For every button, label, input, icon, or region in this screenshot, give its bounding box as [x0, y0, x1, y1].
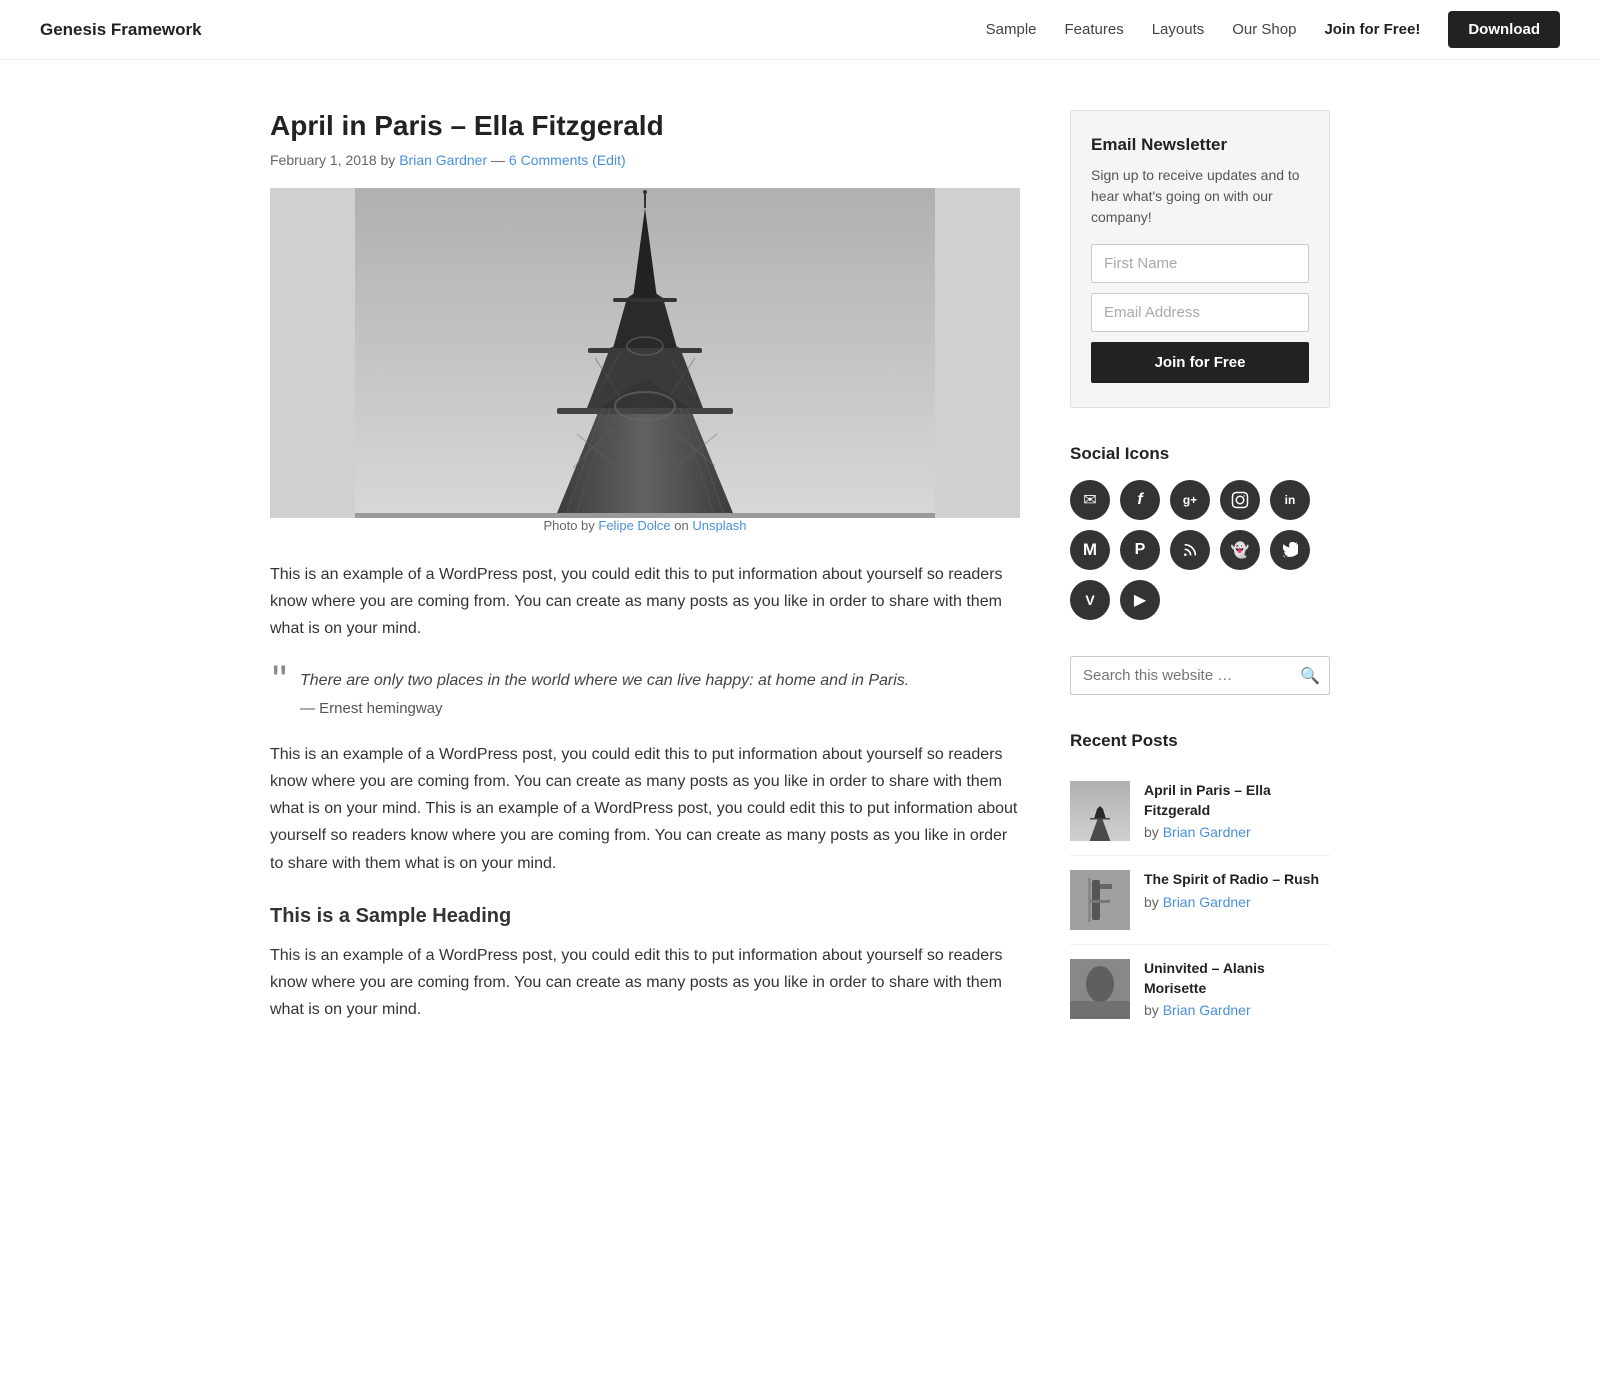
- search-widget: 🔍: [1070, 656, 1330, 695]
- site-logo: Genesis Framework: [40, 20, 202, 40]
- newsletter-widget: Email Newsletter Sign up to receive upda…: [1070, 110, 1330, 408]
- twitter-icon[interactable]: [1270, 530, 1310, 570]
- medium-icon[interactable]: M: [1070, 530, 1110, 570]
- recent-post-by-3: by Brian Gardner: [1144, 1002, 1330, 1018]
- recent-post-info-2: The Spirit of Radio – Rush by Brian Gard…: [1144, 870, 1319, 910]
- hero-image: [270, 188, 1020, 518]
- blockquote-attribution: — Ernest hemingway: [300, 700, 1020, 717]
- recent-post-author-2[interactable]: Brian Gardner: [1163, 894, 1251, 910]
- recent-post-info-1: April in Paris – Ella Fitzgerald by Bria…: [1144, 781, 1330, 840]
- recent-post-title-1: April in Paris – Ella Fitzgerald: [1144, 781, 1330, 820]
- recent-posts-widget: Recent Posts April in: [1070, 731, 1330, 1033]
- nav-features[interactable]: Features: [1065, 21, 1124, 38]
- youtube-icon[interactable]: ▶: [1120, 580, 1160, 620]
- nav-join[interactable]: Join for Free!: [1324, 21, 1420, 38]
- search-wrap: 🔍: [1070, 656, 1330, 695]
- recent-post-2: The Spirit of Radio – Rush by Brian Gard…: [1070, 856, 1330, 945]
- recent-thumb-2: [1070, 870, 1130, 930]
- recent-post-author-1[interactable]: Brian Gardner: [1163, 824, 1251, 840]
- post-dash: —: [491, 152, 509, 168]
- recent-post-by-1: by Brian Gardner: [1144, 824, 1330, 840]
- newsletter-title: Email Newsletter: [1091, 135, 1309, 155]
- post-body-p2: This is an example of a WordPress post, …: [270, 741, 1020, 877]
- snapchat-icon[interactable]: 👻: [1220, 530, 1260, 570]
- post-edit[interactable]: (Edit): [592, 152, 625, 168]
- recent-thumb-1: [1070, 781, 1130, 841]
- photo-credit-prefix: Photo by: [543, 518, 598, 533]
- email-icon[interactable]: ✉: [1070, 480, 1110, 520]
- blockquote-mark: ": [272, 659, 287, 701]
- post-body: This is an example of a WordPress post, …: [270, 561, 1020, 1023]
- photo-credit-photographer[interactable]: Felipe Dolce: [598, 518, 670, 533]
- newsletter-desc: Sign up to receive updates and to hear w…: [1091, 165, 1309, 228]
- nav-shop[interactable]: Our Shop: [1232, 21, 1296, 38]
- nav-layouts[interactable]: Layouts: [1152, 21, 1205, 38]
- recent-post-author-3[interactable]: Brian Gardner: [1163, 1002, 1251, 1018]
- photo-credit: Photo by Felipe Dolce on Unsplash: [270, 518, 1020, 533]
- post-body-p1: This is an example of a WordPress post, …: [270, 561, 1020, 643]
- post-comments[interactable]: 6 Comments: [509, 152, 588, 168]
- recent-post-title-2: The Spirit of Radio – Rush: [1144, 870, 1319, 890]
- blockquote-wrap: " There are only two places in the world…: [280, 667, 1020, 717]
- instagram-icon[interactable]: [1220, 480, 1260, 520]
- email-input[interactable]: [1091, 293, 1309, 332]
- recent-post-by-2: by Brian Gardner: [1144, 894, 1319, 910]
- social-grid: ✉ f g+ in M P 👻 V ▶: [1070, 480, 1330, 620]
- main-column: April in Paris – Ella Fitzgerald Februar…: [270, 110, 1020, 1069]
- photo-credit-on: on: [671, 518, 693, 533]
- nav-links: Sample Features Layouts Our Shop Join fo…: [986, 11, 1560, 48]
- recent-posts-title: Recent Posts: [1070, 731, 1330, 751]
- social-icons-widget: Social Icons ✉ f g+ in M P 👻 V ▶: [1070, 444, 1330, 620]
- recent-post-3: Uninvited – Alanis Morisette by Brian Ga…: [1070, 945, 1330, 1033]
- section-heading: This is a Sample Heading: [270, 905, 1020, 928]
- post-date: February 1, 2018: [270, 152, 377, 168]
- blockquote-text: There are only two places in the world w…: [300, 667, 1020, 694]
- facebook-icon[interactable]: f: [1120, 480, 1160, 520]
- post-title: April in Paris – Ella Fitzgerald: [270, 110, 1020, 142]
- search-icon-button[interactable]: 🔍: [1300, 666, 1320, 686]
- nav-bar: Genesis Framework Sample Features Layout…: [0, 0, 1600, 60]
- google-plus-icon[interactable]: g+: [1170, 480, 1210, 520]
- hero-image-wrap: Photo by Felipe Dolce on Unsplash: [270, 188, 1020, 533]
- first-name-input[interactable]: [1091, 244, 1309, 283]
- nav-download[interactable]: Download: [1448, 11, 1560, 48]
- post-meta: February 1, 2018 by Brian Gardner — 6 Co…: [270, 152, 1020, 168]
- vimeo-icon[interactable]: V: [1070, 580, 1110, 620]
- rss-icon[interactable]: [1170, 530, 1210, 570]
- photo-credit-source[interactable]: Unsplash: [692, 518, 746, 533]
- linkedin-icon[interactable]: in: [1270, 480, 1310, 520]
- sidebar: Email Newsletter Sign up to receive upda…: [1070, 110, 1330, 1069]
- recent-post-title-3: Uninvited – Alanis Morisette: [1144, 959, 1330, 998]
- recent-post-1: April in Paris – Ella Fitzgerald by Bria…: [1070, 767, 1330, 856]
- post-author[interactable]: Brian Gardner: [399, 152, 487, 168]
- pinterest-icon[interactable]: P: [1120, 530, 1160, 570]
- recent-thumb-3: [1070, 959, 1130, 1019]
- post-body-p3: This is an example of a WordPress post, …: [270, 942, 1020, 1024]
- recent-post-info-3: Uninvited – Alanis Morisette by Brian Ga…: [1144, 959, 1330, 1018]
- post-by: by: [381, 152, 400, 168]
- search-input[interactable]: [1070, 656, 1330, 695]
- social-icons-title: Social Icons: [1070, 444, 1330, 464]
- nav-sample[interactable]: Sample: [986, 21, 1037, 38]
- join-button[interactable]: Join for Free: [1091, 342, 1309, 383]
- page-wrap: April in Paris – Ella Fitzgerald Februar…: [250, 60, 1350, 1129]
